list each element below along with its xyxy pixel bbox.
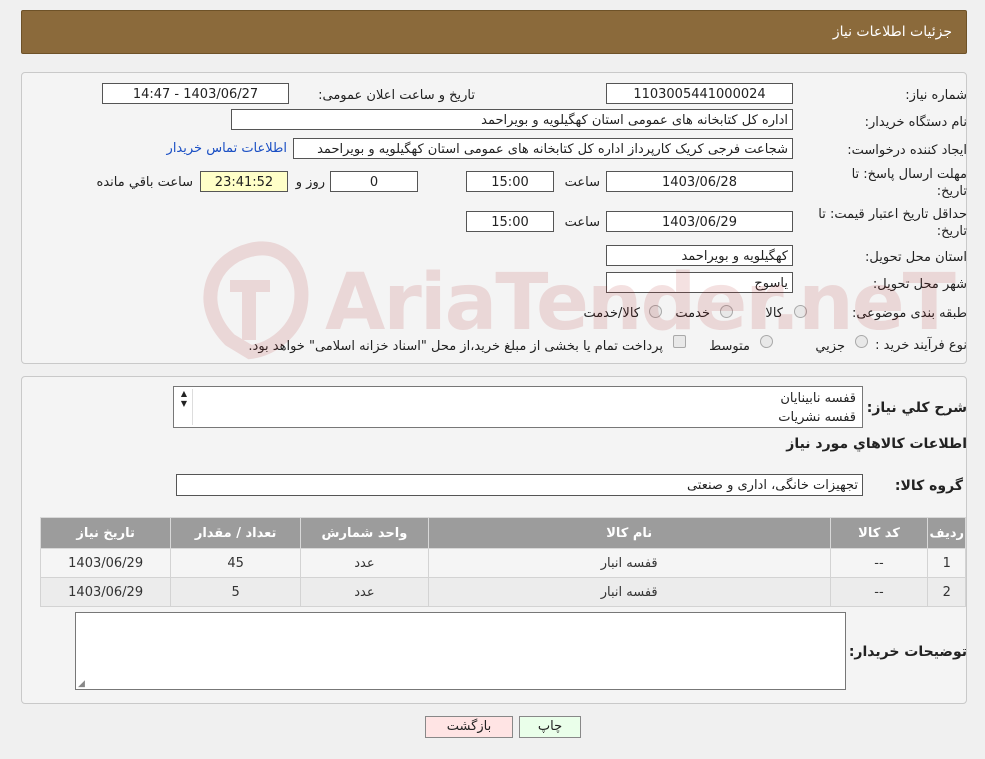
cell-date: 1403/06/29 — [39, 548, 172, 578]
buyer-contact-link[interactable]: اطلاعات تماس خریدار — [167, 141, 287, 156]
description-line-1: قفسه نابینایان — [780, 391, 856, 406]
validity-time-field[interactable]: 15:00 — [466, 211, 554, 232]
need-number-field[interactable]: 1103005441000024 — [606, 83, 793, 104]
process-medium-radio[interactable] — [760, 335, 773, 348]
category-service-label: خدمت — [675, 306, 710, 321]
deadline-label: مهلت ارسال پاسخ: تا — [851, 167, 967, 182]
goods-group-label: گروه کالا: — [894, 478, 963, 494]
days-label: روز و — [295, 175, 325, 190]
cell-qty: 45 — [170, 548, 301, 578]
buyer-org-label: نام دستگاه خریدار: — [864, 115, 967, 130]
deadline-time-field[interactable]: 15:00 — [466, 171, 554, 192]
cell-row-number: 1 — [927, 548, 966, 578]
description-textarea[interactable]: قفسه نابینایان قفسه نشریات ▲ ▼ — [173, 386, 863, 428]
goods-table: رديف کد کالا نام کالا واحد شمارش تعداد /… — [39, 517, 966, 607]
resize-grip-icon[interactable]: ◢ — [78, 679, 85, 689]
category-both-radio[interactable] — [649, 305, 662, 318]
cell-unit: عدد — [299, 577, 429, 607]
print-button[interactable]: چاپ — [519, 716, 581, 738]
deadline-date-field[interactable]: 1403/06/28 — [606, 171, 793, 192]
process-note: پرداخت تمام یا بخشی از مبلغ خرید،از محل … — [248, 339, 663, 354]
validity-time-label: ساعت — [564, 215, 600, 230]
goods-section-title: اطلاعات کالاهاي مورد نياز — [786, 436, 967, 452]
col-row-header: رديف — [927, 517, 966, 549]
col-unit-header: واحد شمارش — [299, 517, 429, 549]
city-label: شهر محل تحویل: — [872, 277, 967, 292]
scroll-up-icon[interactable]: ▲ — [176, 389, 192, 399]
scroll-down-icon[interactable]: ▼ — [176, 399, 192, 409]
requester-field[interactable]: شجاعت فرجی کریک کارپرداز اداره کل کتابخا… — [293, 138, 793, 159]
col-date-header: تاریخ نیاز — [39, 517, 172, 549]
process-medium-label: متوسط — [709, 339, 750, 354]
buyer-notes-textarea[interactable]: ◢ — [75, 612, 846, 690]
validity-date-field[interactable]: 1403/06/29 — [606, 211, 793, 232]
buyer-org-field[interactable]: اداره کل کتابخانه های عمومی استان کهگیلو… — [231, 109, 793, 130]
requester-label: ایجاد کننده درخواست: — [847, 143, 967, 158]
city-field[interactable]: یاسوج — [606, 272, 793, 293]
back-button[interactable]: بازگشت — [425, 716, 513, 738]
description-scrollbar[interactable]: ▲ ▼ — [176, 389, 193, 425]
cell-row-number: 2 — [927, 577, 966, 607]
category-goods-label: کالا — [765, 306, 783, 321]
category-goods-radio[interactable] — [794, 305, 807, 318]
province-field[interactable]: کهگیلویه و بویراحمد — [606, 245, 793, 266]
announce-label: تاریخ و ساعت اعلان عمومی: — [318, 88, 475, 103]
need-number-label: شماره نیاز: — [905, 88, 967, 103]
table-row[interactable]: 1 -- قفسه انبار عدد 45 1403/06/29 — [39, 548, 966, 578]
cell-qty: 5 — [170, 577, 301, 607]
process-minor-radio[interactable] — [855, 335, 868, 348]
buyer-notes-label: توضیحات خریدار: — [848, 644, 967, 660]
table-row[interactable]: 2 -- قفسه انبار عدد 5 1403/06/29 — [39, 577, 966, 607]
validity-label-2: تاریخ: — [936, 224, 967, 239]
process-note-checkbox[interactable] — [673, 335, 686, 348]
days-field[interactable]: 0 — [330, 171, 418, 192]
province-label: استان محل تحویل: — [865, 250, 967, 265]
category-both-label: کالا/خدمت — [583, 306, 640, 321]
cell-date: 1403/06/29 — [39, 577, 172, 607]
col-name-header: نام کالا — [427, 517, 831, 549]
deadline-label-2: تاریخ: — [936, 184, 967, 199]
col-code-header: کد کالا — [829, 517, 929, 549]
category-service-radio[interactable] — [720, 305, 733, 318]
goods-table-wrapper: رديف کد کالا نام کالا واحد شمارش تعداد /… — [39, 517, 966, 607]
description-line-2: قفسه نشریات — [778, 410, 856, 425]
cell-name: قفسه انبار — [427, 577, 831, 607]
announce-field[interactable]: 1403/06/27 - 14:47 — [102, 83, 289, 104]
process-label: نوع فرآیند خرید : — [875, 338, 967, 353]
col-qty-header: تعداد / مقدار — [170, 517, 301, 549]
remaining-label: ساعت باقي مانده — [96, 175, 193, 190]
cell-code: -- — [829, 548, 929, 578]
description-label: شرح کلي نياز: — [866, 400, 967, 416]
page-header: جزئیات اطلاعات نیاز — [21, 10, 967, 54]
cell-unit: عدد — [299, 548, 429, 578]
process-minor-label: جزيي — [815, 339, 845, 354]
category-label: طبقه بندی موضوعی: — [851, 306, 967, 321]
cell-code: -- — [829, 577, 929, 607]
goods-group-field[interactable]: تجهیزات خانگی، اداری و صنعتی — [176, 474, 863, 496]
page-title: جزئیات اطلاعات نیاز — [832, 24, 952, 40]
table-header-row: رديف کد کالا نام کالا واحد شمارش تعداد /… — [39, 517, 966, 549]
validity-label: حداقل تاریخ اعتبار قیمت: تا — [818, 207, 967, 222]
cell-name: قفسه انبار — [427, 548, 831, 578]
remaining-time-field: 23:41:52 — [200, 171, 288, 192]
deadline-time-label: ساعت — [564, 175, 600, 190]
